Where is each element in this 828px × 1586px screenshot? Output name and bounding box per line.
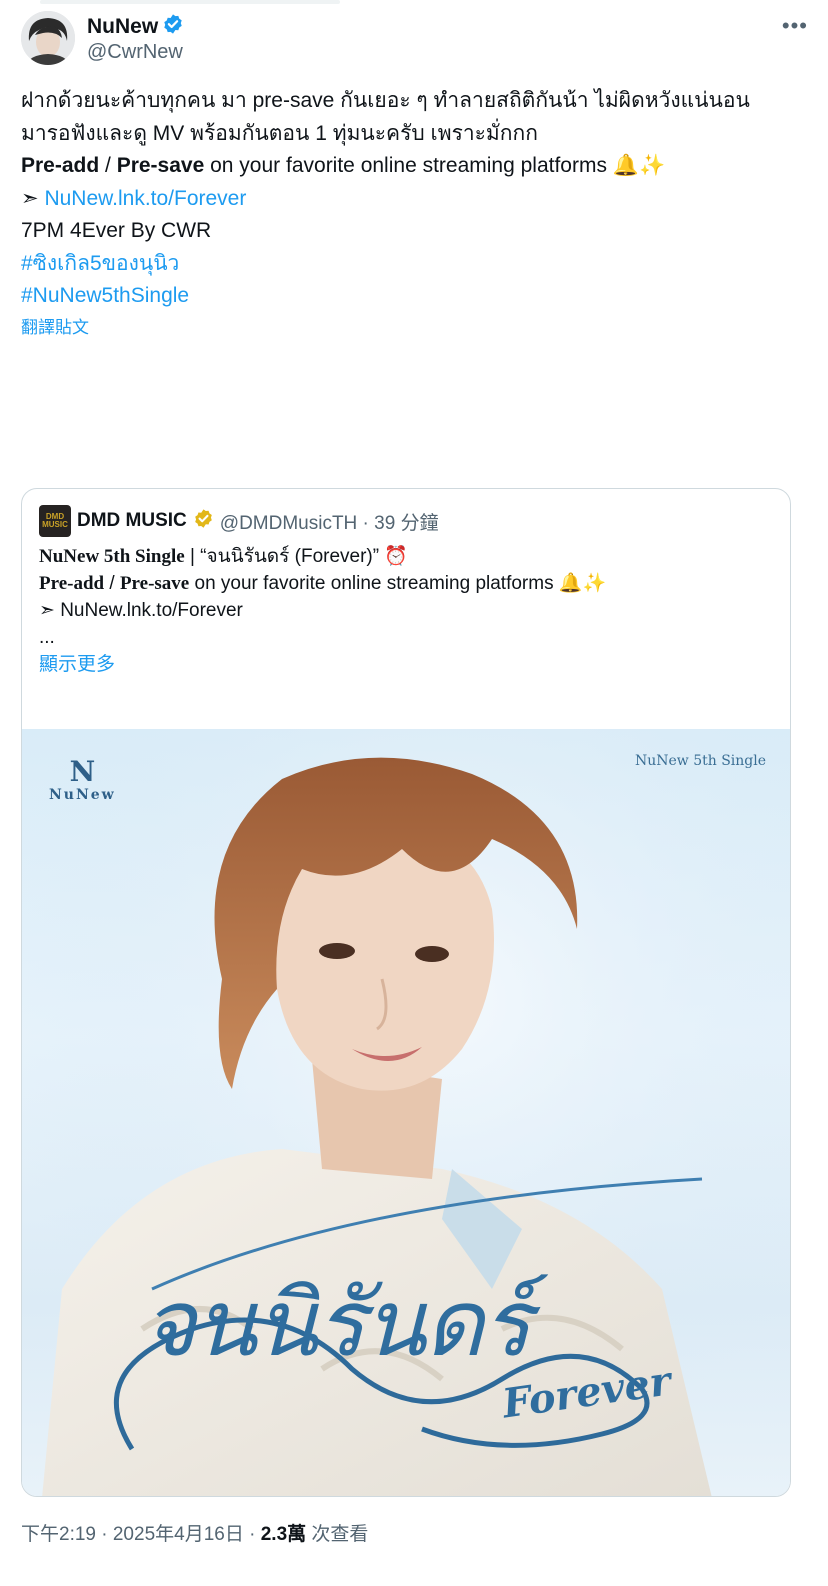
more-options-icon[interactable]: ••• (782, 13, 808, 39)
translate-post-link[interactable]: 翻譯貼文 (21, 315, 801, 341)
tweet-footer: 下午2:19 · 2025年4月16日 · 2.3萬 次查看 (21, 1519, 368, 1546)
top-divider (40, 0, 340, 4)
quote-ellipsis: ... (39, 627, 55, 648)
quote-handle-time[interactable]: @DMDMusicTH · 39 分鐘 (220, 508, 439, 535)
bell-sparkle-emoji-icon: 🔔✨ (612, 154, 666, 177)
platforms-text: on your favorite online streaming platfo… (204, 154, 613, 177)
quote-text: NuNew 5th Single | “จนนิรันดร์ (Forever)… (39, 543, 774, 678)
arrow-icon: ➣ (21, 186, 45, 210)
quote-platforms: on your favorite online streaming platfo… (189, 573, 559, 594)
quote-title-rest: | “จนนิรันดร์ (Forever)” (184, 546, 385, 567)
hashtag-link[interactable]: #ซิงเกิล5ของนุนิว (21, 252, 179, 275)
tweet-line: ➣ NuNew.lnk.to/Forever (21, 183, 801, 216)
presave-text: Pre-save (116, 154, 205, 177)
tweet-line: 7PM 4Ever By CWR (21, 219, 212, 242)
single-label: NuNew 5th Single (634, 753, 766, 769)
display-name[interactable]: NuNew (87, 15, 158, 39)
quote-preadd: Pre-add (39, 573, 105, 594)
cover-title-thai: จนนิรันดร์ (142, 1270, 531, 1377)
slash-text: / (99, 154, 117, 177)
quote-title-line: NuNew 5th Single | “จนนิรันดร์ (Forever)… (39, 543, 774, 570)
show-more-link[interactable]: 顯示更多 (39, 651, 774, 678)
preadd-text: Pre-add (21, 154, 100, 177)
view-count: 2.3萬 (260, 1524, 307, 1545)
tweet-text: ฝากด้วยนะค้าบทุกคน มา pre-save กันเยอะ ๆ… (21, 85, 801, 341)
quote-slash: / (104, 573, 120, 594)
tweet-line: Pre-add / Pre-save on your favorite onli… (21, 150, 801, 183)
gold-verified-badge-icon (193, 508, 214, 535)
alarm-clock-icon: ⏰ (384, 546, 409, 567)
brand-word: NuNew (49, 787, 116, 803)
tweet-line: มารอฟังและดู MV พร้อมกันตอน 1 ทุ่มนะครับ… (21, 121, 538, 145)
bell-sparkle-emoji-icon: 🔔✨ (558, 573, 607, 594)
quote-header: DMD MUSIC DMD MUSIC @DMDMusicTH · 39 分鐘 (39, 505, 439, 537)
dmd-music-logo[interactable]: DMD MUSIC (39, 505, 71, 537)
user-handle[interactable]: @CwrNew (87, 41, 183, 64)
quote-presave: Pre-save (119, 573, 190, 594)
tweet-header: NuNew @CwrNew ••• (21, 11, 808, 67)
quote-title-bold: NuNew 5th Single (39, 546, 185, 567)
quote-link-line: ➣ NuNew.lnk.to/Forever (39, 600, 243, 621)
presave-link[interactable]: NuNew.lnk.to/Forever (44, 187, 246, 210)
verified-badge-icon (162, 13, 184, 40)
quote-line: Pre-add / Pre-save on your favorite onli… (39, 570, 774, 597)
single-cover-image[interactable]: N NuNew NuNew 5th Single จนนิรันดร์ Fore… (22, 729, 790, 1496)
avatar[interactable] (21, 11, 75, 65)
nunew-brand-logo: N NuNew (49, 755, 116, 804)
brand-mark: N (69, 755, 96, 788)
timestamp[interactable]: 下午2:19 · 2025年4月16日 · (21, 1524, 261, 1545)
views-label: 次查看 (306, 1524, 369, 1545)
hashtag-link[interactable]: #NuNew5thSingle (21, 284, 189, 307)
name-row: NuNew (87, 13, 184, 40)
quoted-tweet[interactable]: DMD MUSIC DMD MUSIC @DMDMusicTH · 39 分鐘 N… (21, 488, 791, 1497)
tweet-line: ฝากด้วยนะค้าบทุกคน มา pre-save กันเยอะ ๆ… (21, 89, 750, 112)
quote-display-name[interactable]: DMD MUSIC (77, 510, 187, 532)
